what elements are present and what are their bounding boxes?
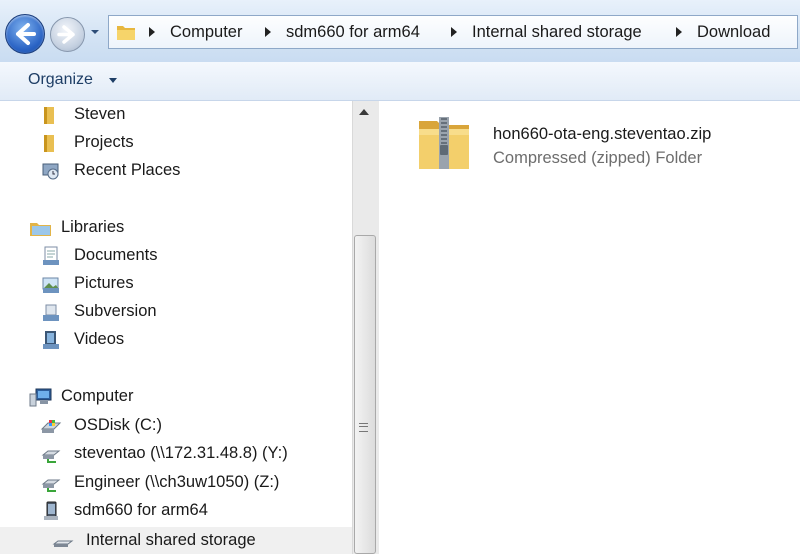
storage-icon: [52, 540, 74, 547]
forward-button[interactable]: [50, 17, 85, 52]
nav-item-label: Computer: [61, 387, 134, 405]
folder-icon: [44, 107, 54, 124]
breadcrumb-separator-icon[interactable]: [265, 27, 271, 37]
file-name: hon660-ota-eng.steventao.zip: [493, 125, 712, 143]
file-item[interactable]: hon660-ota-eng.steventao.zip Compressed …: [409, 107, 789, 177]
scrollbar-grip-icon: [359, 423, 368, 432]
nav-item-label: Internal shared storage: [86, 531, 256, 549]
breadcrumb-download[interactable]: Download: [697, 23, 770, 42]
zip-folder-icon: [419, 117, 469, 169]
nav-item-label: Videos: [74, 330, 125, 348]
file-list: hon660-ota-eng.steventao.zip Compressed …: [379, 101, 800, 554]
file-type: Compressed (zipped) Folder: [493, 149, 703, 167]
network-drive-icon: [41, 450, 61, 463]
nav-item-videos[interactable]: Videos: [40, 327, 340, 353]
portable-device-icon: [44, 501, 58, 520]
recent-pages-dropdown-icon[interactable]: [90, 28, 100, 36]
forward-arrow-icon: [57, 25, 75, 44]
folder-icon: [117, 26, 135, 40]
nav-item-projects[interactable]: Projects: [40, 130, 340, 156]
recent-places-icon: [42, 163, 59, 180]
nav-item-documents[interactable]: Documents: [40, 243, 340, 269]
nav-item-label: Pictures: [74, 274, 134, 292]
nav-item-label: Steven: [74, 105, 126, 123]
breadcrumb-separator-icon[interactable]: [676, 27, 682, 37]
nav-item-computer[interactable]: Computer: [28, 384, 338, 410]
nav-item-label: Documents: [74, 246, 158, 264]
nav-item-label: sdm660 for arm64: [74, 501, 208, 519]
address-toolbar: Computer sdm660 for arm64 Internal share…: [0, 0, 800, 62]
breadcrumb-separator-icon[interactable]: [149, 27, 155, 37]
libraries-icon: [30, 223, 51, 236]
nav-item-label: Projects: [74, 133, 134, 151]
nav-item-label: steventao (\\172.31.48.8) (Y:): [74, 444, 288, 462]
scrollbar-thumb[interactable]: [354, 235, 376, 554]
nav-item-steventao-drive[interactable]: steventao (\\172.31.48.8) (Y:): [40, 441, 340, 467]
organize-button[interactable]: Organize: [28, 71, 93, 89]
back-button[interactable]: [5, 14, 45, 54]
network-drive-icon: [41, 479, 61, 492]
subversion-icon: [43, 304, 59, 321]
nav-item-pictures[interactable]: Pictures: [40, 271, 340, 297]
back-arrow-icon: [16, 23, 36, 45]
nav-item-subversion[interactable]: Subversion: [40, 299, 340, 325]
nav-item-engineer-drive[interactable]: Engineer (\\ch3uw1050) (Z:): [40, 470, 340, 496]
breadcrumb-separator-icon[interactable]: [451, 27, 457, 37]
nav-item-steven[interactable]: Steven: [40, 102, 340, 128]
documents-icon: [43, 246, 59, 265]
breadcrumb-internal-storage[interactable]: Internal shared storage: [472, 23, 642, 42]
nav-item-label: Recent Places: [74, 161, 181, 179]
nav-item-label: Libraries: [61, 218, 125, 236]
folder-icon: [44, 135, 54, 152]
nav-item-internal-storage[interactable]: Internal shared storage: [52, 528, 347, 554]
nav-item-label: Subversion: [74, 302, 157, 320]
computer-icon: [29, 388, 52, 407]
nav-item-sdm660[interactable]: sdm660 for arm64: [40, 498, 340, 524]
os-disk-icon: [40, 420, 62, 433]
breadcrumb-computer[interactable]: Computer: [170, 23, 242, 42]
scroll-up-icon[interactable]: [359, 109, 369, 115]
address-bar[interactable]: Computer sdm660 for arm64 Internal share…: [108, 15, 798, 49]
nav-item-recent-places[interactable]: Recent Places: [40, 158, 340, 184]
nav-item-label: OSDisk (C:): [74, 416, 162, 434]
breadcrumb-device[interactable]: sdm660 for arm64: [286, 23, 420, 42]
pictures-icon: [42, 277, 59, 293]
organize-dropdown-icon[interactable]: [109, 78, 117, 83]
nav-item-label: Engineer (\\ch3uw1050) (Z:): [74, 473, 280, 491]
videos-icon: [43, 331, 59, 349]
nav-item-osdisk[interactable]: OSDisk (C:): [40, 413, 340, 439]
nav-pane-scrollbar[interactable]: [352, 101, 379, 554]
command-bar: Organize: [0, 62, 800, 101]
nav-item-libraries[interactable]: Libraries: [28, 215, 338, 241]
